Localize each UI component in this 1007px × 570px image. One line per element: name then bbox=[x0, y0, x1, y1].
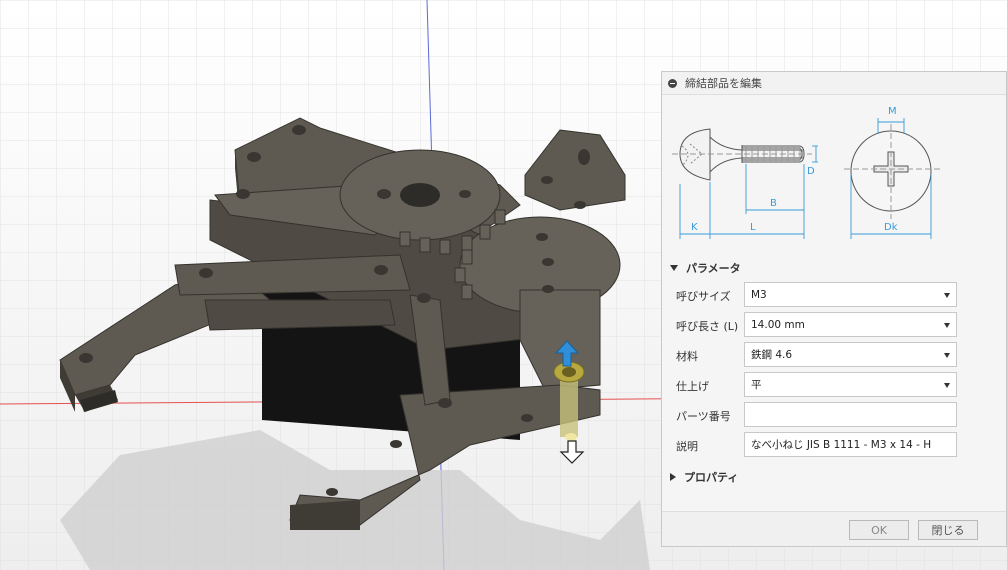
panel-title: 締結部品を編集 bbox=[685, 77, 762, 90]
finish-value: 平 bbox=[751, 379, 762, 391]
dim-label-l: L bbox=[750, 222, 756, 233]
chevron-down-icon bbox=[944, 353, 950, 358]
parameters-section-label: パラメータ bbox=[686, 262, 741, 275]
dim-label-dk: Dk bbox=[884, 222, 898, 233]
close-button[interactable]: 閉じる bbox=[918, 520, 978, 540]
nominal-size-select[interactable]: M3 bbox=[744, 282, 957, 307]
description-label: 説明 bbox=[676, 440, 698, 453]
description-input[interactable] bbox=[744, 432, 957, 457]
collapsed-triangle-icon bbox=[670, 473, 676, 481]
row-part-number: パーツ番号 bbox=[676, 402, 996, 427]
nominal-size-label: 呼びサイズ bbox=[676, 290, 731, 303]
parameters-section-header[interactable]: パラメータ bbox=[670, 260, 741, 276]
nominal-size-value: M3 bbox=[751, 288, 767, 301]
panel-footer: OK 閉じる bbox=[662, 511, 1006, 546]
dim-label-k: K bbox=[691, 222, 698, 233]
material-value: 鉄鋼 4.6 bbox=[751, 349, 793, 361]
part-number-input[interactable] bbox=[744, 402, 957, 427]
chevron-down-icon bbox=[944, 293, 950, 298]
dim-label-d: D bbox=[807, 166, 815, 177]
row-nominal-size: 呼びサイズ M3 bbox=[676, 282, 996, 307]
ok-button[interactable]: OK bbox=[849, 520, 909, 540]
nominal-length-label: 呼び長さ (L) bbox=[676, 320, 739, 333]
row-description: 説明 bbox=[676, 432, 996, 457]
part-number-label: パーツ番号 bbox=[676, 410, 731, 423]
edit-fastener-panel: 締結部品を編集 K L B D M Dk パラメータ 呼びサイズ M3 呼び長さ… bbox=[661, 71, 1007, 547]
chevron-down-icon bbox=[944, 383, 950, 388]
collapse-icon[interactable] bbox=[668, 78, 677, 88]
finish-select[interactable]: 平 bbox=[744, 372, 957, 397]
finish-label: 仕上げ bbox=[676, 380, 709, 393]
chevron-down-icon bbox=[944, 323, 950, 328]
expanded-triangle-icon bbox=[670, 265, 678, 271]
dim-label-m: M bbox=[888, 106, 897, 117]
dim-label-b: B bbox=[770, 198, 777, 209]
row-material: 材料 鉄鋼 4.6 bbox=[676, 342, 996, 367]
properties-section-label: プロパティ bbox=[684, 471, 739, 484]
material-select[interactable]: 鉄鋼 4.6 bbox=[744, 342, 957, 367]
row-finish: 仕上げ 平 bbox=[676, 372, 996, 397]
properties-section-header[interactable]: プロパティ bbox=[670, 469, 738, 485]
material-label: 材料 bbox=[676, 350, 698, 363]
nominal-length-select[interactable]: 14.00 mm bbox=[744, 312, 957, 337]
fastener-diagram: K L B D M Dk bbox=[672, 106, 940, 239]
nominal-length-value: 14.00 mm bbox=[751, 318, 805, 331]
row-nominal-length: 呼び長さ (L) 14.00 mm bbox=[676, 312, 996, 337]
panel-header: 締結部品を編集 bbox=[662, 72, 1006, 95]
